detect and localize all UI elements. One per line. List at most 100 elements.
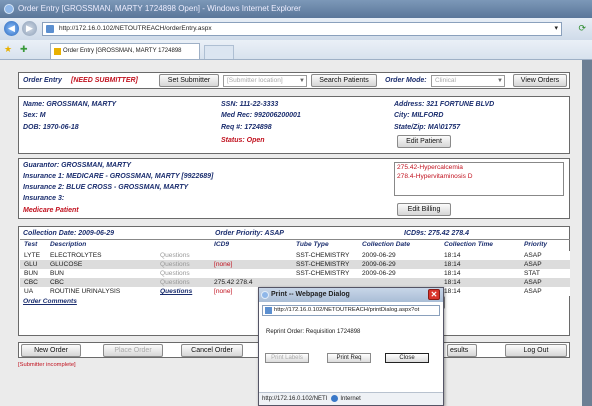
patient-name: Name: GROSSMAN, MARTY: [23, 101, 117, 108]
col-collection-time: Collection Time: [444, 241, 493, 248]
dialog-title: Print -- Webpage Dialog: [271, 291, 350, 298]
set-submitter-button[interactable]: Set Submitter: [159, 74, 219, 87]
new-order-button[interactable]: New Order: [21, 344, 81, 357]
zone-label: Internet: [340, 396, 361, 402]
address-toolbar: ◀ ▶ http://172.16.0.102/NETOUTREACH/orde…: [0, 18, 592, 40]
select-value: [Submitter location]: [227, 77, 283, 84]
window-title: Order Entry [GROSSMAN, MARTY 1724898 Ope…: [18, 4, 301, 13]
cell-time: 18:14: [444, 252, 461, 259]
diagnosis-item[interactable]: 275.42-Hypercalcemia: [397, 164, 561, 173]
cell-time: 18:14: [444, 279, 461, 286]
cell-q[interactable]: Questions: [160, 261, 190, 268]
scrollbar[interactable]: [582, 60, 592, 406]
table-row[interactable]: LYTE ELECTROLYTES Questions SST-CHEMISTRY 20…: [20, 251, 570, 260]
chevron-down-icon: ▼: [299, 78, 305, 84]
dialog-status-bar: http://172.16.0.102/NETI Internet: [259, 392, 443, 405]
ie-logo-icon: [4, 4, 14, 14]
patient-dob: DOB: 1970-06-18: [23, 124, 79, 131]
order-mode-label: Order Mode:: [385, 77, 427, 84]
results-button[interactable]: esults: [447, 344, 477, 357]
cell-tube: SST-CHEMISTRY: [296, 252, 350, 259]
ie-logo-icon: [261, 291, 269, 299]
cell-date: 2009-06-29: [362, 270, 396, 277]
edit-billing-button[interactable]: Edit Billing: [397, 203, 451, 216]
col-tube-type: Tube Type: [296, 241, 329, 248]
place-order-button: Place Order: [103, 344, 163, 357]
search-patients-button[interactable]: Search Patients: [311, 74, 377, 87]
patient-city: City: MILFORD: [394, 112, 444, 119]
patient-med-rec: Med Rec: 992006200001: [221, 112, 301, 119]
cell-date: 2009-06-29: [362, 261, 396, 268]
cell-time: 18:14: [444, 270, 461, 277]
refresh-icon[interactable]: ⟳: [578, 23, 586, 34]
insurance-3: Insurance 3:: [23, 195, 65, 202]
cell-icd9: [none]: [214, 288, 233, 295]
select-value: Clinical: [435, 77, 456, 84]
cancel-order-button[interactable]: Cancel Order: [181, 344, 243, 357]
order-toolbar: Order Entry [NEED SUBMITTER] Set Submitt…: [18, 72, 570, 89]
log-out-button[interactable]: Log Out: [505, 344, 567, 357]
cell-q[interactable]: Questions: [160, 279, 190, 286]
new-tab-button[interactable]: [204, 45, 234, 59]
address-field[interactable]: http://172.16.0.102/NETOUTREACH/orderEnt…: [42, 22, 562, 36]
cell-desc: ELECTROLYTES: [50, 252, 102, 259]
view-orders-button[interactable]: View Orders: [513, 74, 567, 87]
patient-state-zip: State/Zip: MA\01757: [394, 124, 461, 131]
collection-date: Collection Date: 2009-06-29: [23, 230, 115, 237]
patient-panel: Name: GROSSMAN, MARTY Sex: M DOB: 1970-0…: [18, 96, 570, 154]
diagnosis-item[interactable]: 278.4-Hypervitaminosis D: [397, 173, 561, 182]
table-header: Test Description ICD9 Tube Type Collecti…: [20, 241, 570, 250]
add-favorite-icon[interactable]: ✚: [20, 44, 28, 55]
submitter-location-select[interactable]: [Submitter location] ▼: [223, 75, 307, 87]
order-comments-link[interactable]: Order Comments: [23, 298, 77, 305]
table-row[interactable]: CBC CBC Questions 275.42 278.4 18:14 ASAP: [20, 278, 570, 287]
col-collection-date: Collection Date: [362, 241, 410, 248]
cell-q[interactable]: Questions: [160, 288, 192, 295]
print-req-button[interactable]: Print Req: [327, 353, 371, 363]
cell-priority: ASAP: [524, 261, 542, 268]
tab-order-entry[interactable]: Order Entry [GROSSMAN, MARTY 1724898 Ope…: [50, 43, 200, 69]
cell-test: BUN: [24, 270, 38, 277]
dialog-body: Reprint Order: Requisition 1724898 Print…: [261, 319, 441, 391]
table-row[interactable]: GLU GLUCOSE Questions [none] SST-CHEMISTRY 20…: [20, 260, 570, 269]
cell-test: CBC: [24, 279, 38, 286]
order-mode-select[interactable]: Clinical ▼: [431, 75, 505, 87]
submitter-incomplete-note: [Submitter incomplete]: [18, 362, 76, 368]
favorites-star-icon[interactable]: ★: [4, 44, 12, 55]
medicare-flag: Medicare Patient: [23, 207, 79, 214]
insurance-1: Insurance 1: MEDICARE - GROSSMAN, MARTY …: [23, 173, 214, 180]
cell-priority: ASAP: [524, 288, 542, 295]
chevron-down-icon[interactable]: ▾: [554, 23, 558, 35]
cell-date: 2009-06-29: [362, 252, 396, 259]
table-row[interactable]: BUN BUN Questions SST-CHEMISTRY 2009-06-29 18…: [20, 269, 570, 278]
page-icon: [54, 48, 61, 55]
cell-q[interactable]: Questions: [160, 252, 190, 259]
url-text: http://172.16.0.102/NETOUTREACH/orderEnt…: [59, 25, 212, 32]
col-priority: Priority: [524, 241, 548, 248]
close-button[interactable]: Close: [385, 353, 429, 363]
cell-priority: STAT: [524, 270, 540, 277]
close-icon[interactable]: ✕: [428, 289, 440, 300]
edit-patient-button[interactable]: Edit Patient: [397, 135, 451, 148]
back-icon[interactable]: ◀: [4, 21, 19, 36]
cell-icd9: 275.42 278.4: [214, 279, 253, 286]
cell-test: GLU: [24, 261, 38, 268]
cell-time: 18:14: [444, 261, 461, 268]
page-icon: [265, 307, 272, 314]
cell-tube: SST-CHEMISTRY: [296, 270, 350, 277]
cell-tube: SST-CHEMISTRY: [296, 261, 350, 268]
cell-test: LYTE: [24, 252, 41, 259]
print-dialog: Print -- Webpage Dialog ✕ http://172.16.0…: [258, 287, 444, 406]
forward-icon[interactable]: ▶: [22, 21, 37, 36]
patient-sex: Sex: M: [23, 112, 46, 119]
cell-q[interactable]: Questions: [160, 270, 190, 277]
cell-desc: CBC: [50, 279, 64, 286]
cell-desc: BUN: [50, 270, 64, 277]
icd9s: ICD9s: 275.42 278.4: [404, 230, 469, 237]
cell-desc: GLUCOSE: [50, 261, 83, 268]
chevron-down-icon: ▼: [497, 78, 503, 84]
globe-icon: [331, 394, 339, 402]
cell-icd9: [none]: [214, 261, 233, 268]
diagnosis-list[interactable]: 275.42-Hypercalcemia 278.4-Hypervitamino…: [394, 162, 564, 196]
guarantor: Guarantor: GROSSMAN, MARTY: [23, 162, 131, 169]
